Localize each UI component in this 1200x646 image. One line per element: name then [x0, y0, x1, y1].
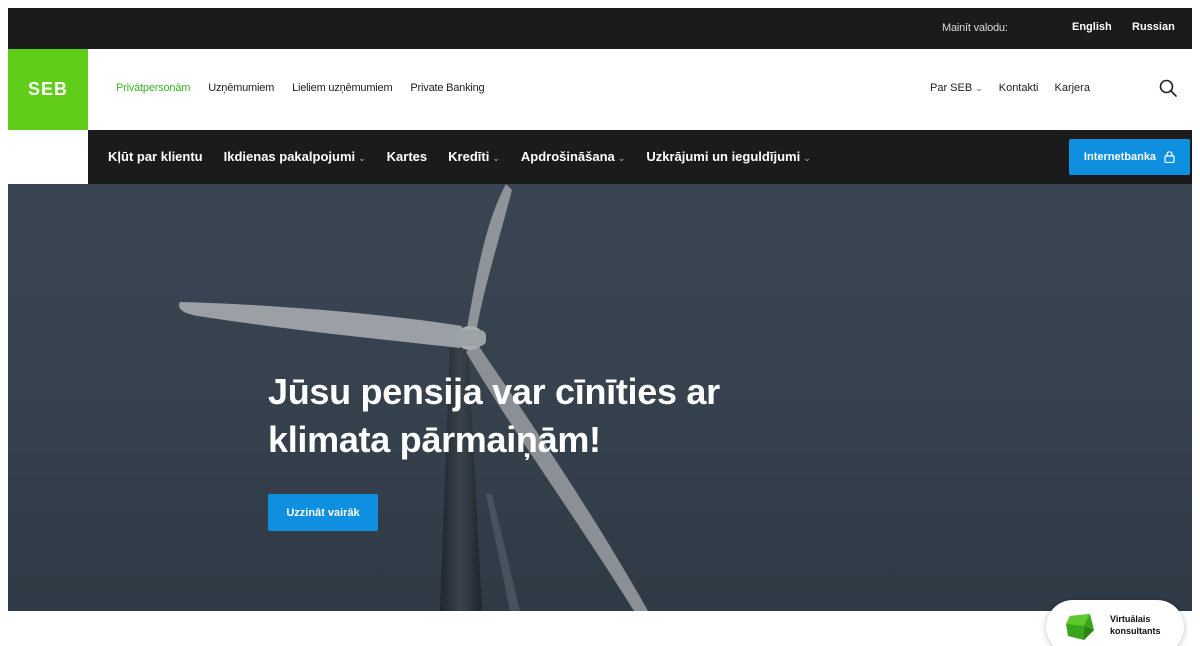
nav-item-label: Kļūt par klientu — [108, 149, 203, 164]
virtual-assistant-widget[interactable]: Virtuālais konsultants — [1046, 600, 1184, 646]
contacts-link[interactable]: Kontakti — [999, 82, 1039, 94]
assistant-label-line2: konsultants — [1110, 626, 1161, 636]
internetbank-label: Internetbanka — [1083, 151, 1157, 163]
logo-text: SEB — [27, 79, 68, 99]
lock-icon — [1164, 151, 1175, 163]
nav-item-insurance[interactable]: Apdrošināšana ⌄ — [521, 149, 625, 164]
chevron-down-icon: ⌄ — [803, 153, 811, 163]
career-link[interactable]: Karjera — [1054, 82, 1089, 94]
nav-item-savings[interactable]: Uzkrājumi un ieguldījumi ⌄ — [646, 149, 810, 164]
about-seb-label: Par SEB — [930, 82, 973, 94]
chevron-down-icon: ⌄ — [975, 83, 983, 93]
nav-item-label: Uzkrājumi un ieguldījumi — [646, 149, 801, 164]
nav-item-label: Kredīti — [448, 149, 490, 164]
nav-item-cards[interactable]: Kartes — [387, 149, 427, 164]
nav-item-become-client[interactable]: Kļūt par klientu — [108, 149, 203, 164]
assistant-avatar-icon — [1066, 614, 1094, 640]
content-area — [8, 611, 1192, 646]
language-russian-link[interactable]: Russian — [1132, 21, 1175, 33]
internetbank-button[interactable]: Internetbanka — [1069, 139, 1190, 175]
segment-private[interactable]: Privātpersonām — [116, 82, 190, 94]
language-label: Mainīt valodu: — [942, 22, 1008, 34]
seb-logo[interactable]: SEB — [8, 49, 88, 130]
learn-more-button[interactable]: Uzzināt vairāk — [268, 494, 378, 531]
chevron-down-icon: ⌄ — [617, 153, 626, 163]
nav-item-daily-services[interactable]: Ikdienas pakalpojumi ⌄ — [224, 149, 366, 164]
chevron-down-icon: ⌄ — [358, 153, 366, 163]
site-header: SEB Privātpersonām Uzņēmumiem Lieliem uz… — [8, 49, 1192, 130]
hero-title: Jūsu pensija var cīnīties ar klimata pār… — [268, 371, 720, 460]
language-english-link[interactable]: English — [1072, 21, 1112, 33]
nav-item-label: Kartes — [386, 149, 428, 164]
main-nav-items: Kļūt par klientu Ikdienas pakalpojumi ⌄ K… — [108, 149, 811, 164]
nav-item-loans[interactable]: Kredīti ⌄ — [448, 149, 500, 164]
nav-item-label: Ikdienas pakalpojumi — [223, 149, 356, 164]
segment-private-banking[interactable]: Private Banking — [410, 82, 484, 94]
segment-corporate[interactable]: Lieliem uzņēmumiem — [292, 82, 393, 94]
language-bar: Mainīt valodu: English Russian — [8, 8, 1192, 49]
hero-banner: Jūsu pensija var cīnīties ar klimata pār… — [8, 184, 1192, 611]
page-frame: Mainīt valodu: English Russian SEB Privā… — [8, 8, 1192, 646]
about-seb-link[interactable]: Par SEB ⌄ — [930, 82, 983, 94]
assistant-label-line1: Virtuālais — [1110, 614, 1151, 624]
segment-business[interactable]: Uzņēmumiem — [208, 82, 274, 94]
search-icon[interactable] — [1158, 78, 1178, 98]
utility-links: Par SEB ⌄ Kontakti Karjera — [930, 82, 1090, 94]
segment-nav: Privātpersonām Uzņēmumiem Lieliem uzņēmu… — [116, 82, 485, 94]
chevron-down-icon: ⌄ — [492, 153, 500, 163]
nav-item-label: Apdrošināšana — [520, 149, 615, 164]
main-nav: Kļūt par klientu Ikdienas pakalpojumi ⌄ K… — [88, 130, 1192, 184]
assistant-label: Virtuālais konsultants — [1110, 613, 1161, 637]
